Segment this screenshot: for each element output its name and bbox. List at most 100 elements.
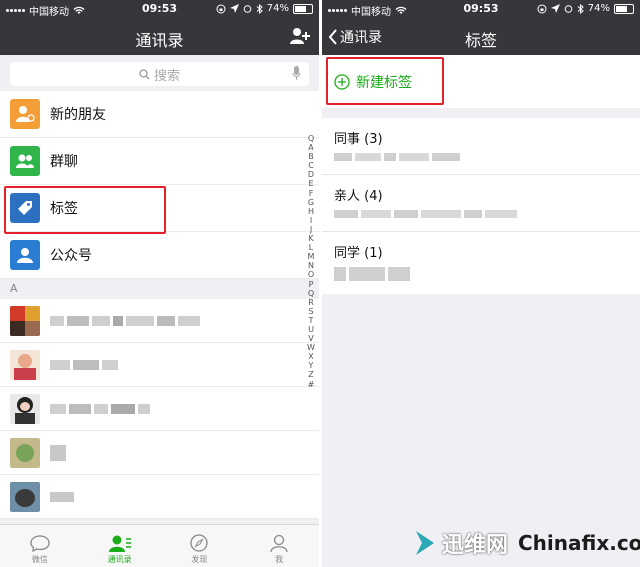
index-letter[interactable]: L xyxy=(305,243,317,252)
bluetooth-icon xyxy=(256,3,263,14)
index-letter[interactable]: R xyxy=(305,298,317,307)
index-letter[interactable]: F xyxy=(305,189,317,198)
index-letter[interactable]: P xyxy=(305,280,317,289)
tag-group-item[interactable]: 同学 (1) xyxy=(322,232,640,294)
nav-bar: 通讯录 标签 xyxy=(322,18,640,55)
watermark: 迅维网 Chinafix.com xyxy=(360,521,640,567)
battery-fill xyxy=(616,5,628,12)
status-bar: 中国移动 09:53 74% xyxy=(322,0,640,18)
lock-rotation-icon xyxy=(216,4,226,13)
contact-row[interactable] xyxy=(0,299,319,343)
battery-percent: 74% xyxy=(266,3,289,14)
contact-row[interactable] xyxy=(0,343,319,387)
index-letter[interactable]: N xyxy=(305,261,317,270)
index-letter[interactable]: D xyxy=(305,170,317,179)
new-friends-icon xyxy=(10,99,40,129)
lock-rotation-icon xyxy=(537,4,547,13)
index-letter[interactable]: Q xyxy=(305,289,317,298)
official-accounts-label: 公众号 xyxy=(50,248,92,264)
new-friends-label: 新的朋友 xyxy=(50,107,106,123)
contact-row[interactable] xyxy=(0,387,319,431)
index-letter[interactable]: H xyxy=(305,207,317,216)
battery-percent: 74% xyxy=(587,3,610,14)
avatar xyxy=(10,305,40,336)
avatar xyxy=(10,349,40,380)
section-header: A xyxy=(0,279,319,299)
location-icon xyxy=(550,4,560,13)
tags-highlight-box xyxy=(4,186,166,234)
tab-discover-label: 发现 xyxy=(191,555,208,564)
alphabet-index[interactable]: Q A B C D E F G H I J K L M N O P Q R S T U V W X Y Z # xyxy=(305,134,317,389)
tag-group-item[interactable]: 亲人 (4) xyxy=(322,175,640,232)
new-friends-item[interactable]: 新的朋友 xyxy=(0,91,319,138)
group-chats-label: 群聊 xyxy=(50,154,78,170)
page-title: 标签 xyxy=(464,31,497,50)
official-accounts-item[interactable]: 公众号 xyxy=(0,232,319,279)
index-letter[interactable]: Y xyxy=(305,361,317,370)
location-icon xyxy=(229,4,239,13)
contact-row[interactable] xyxy=(0,431,319,475)
new-tag-highlight-box xyxy=(326,57,444,105)
watermark-logo: 迅维网 xyxy=(414,527,508,559)
menu-list: 新的朋友 群聊 标签 公众号 xyxy=(0,91,319,279)
index-letter[interactable]: W xyxy=(305,343,317,352)
tag-group-list: 同事 (3) 亲人 (4) 同学 (1) xyxy=(322,118,640,294)
index-letter[interactable]: E xyxy=(305,179,317,188)
watermark-arrow-icon xyxy=(416,531,434,555)
tab-contacts-label: 通讯录 xyxy=(107,555,132,564)
index-letter[interactable]: G xyxy=(305,198,317,207)
contacts-screen: 中国移动 09:53 74% 通讯录 搜索 新的朋友 群聊 标签 公众号 A Q… xyxy=(0,0,319,567)
tags-screen: 中国移动 09:53 74% 通讯录 标签 新建标签 同事 (3) 亲人 (4)… xyxy=(322,0,640,567)
index-letter[interactable]: O xyxy=(305,270,317,279)
nav-bar: 通讯录 xyxy=(0,18,319,55)
contacts-icon xyxy=(108,535,131,552)
tag-group-members xyxy=(334,267,628,281)
tag-group-title: 同学 (1) xyxy=(334,246,383,261)
battery-icon xyxy=(293,3,313,14)
index-letter[interactable]: V xyxy=(305,334,317,343)
status-bar: 中国移动 09:53 74% xyxy=(0,0,319,18)
contacts-list xyxy=(0,299,319,519)
official-accounts-icon xyxy=(10,240,40,270)
index-letter[interactable]: J xyxy=(305,225,317,234)
person-icon xyxy=(270,534,288,552)
page-title: 通讯录 xyxy=(135,31,184,50)
tab-chats-label: 微信 xyxy=(31,555,48,564)
search-input[interactable]: 搜索 xyxy=(10,62,309,86)
add-contact-icon[interactable] xyxy=(289,26,311,46)
compass-icon xyxy=(190,534,209,552)
tab-contacts[interactable]: 通讯录 xyxy=(80,525,160,567)
avatar xyxy=(10,481,40,512)
contact-row[interactable] xyxy=(0,475,319,519)
chat-bubble-icon xyxy=(30,535,50,552)
bluetooth-icon xyxy=(577,3,584,14)
index-letter[interactable]: K xyxy=(305,234,317,243)
index-letter[interactable]: C xyxy=(305,161,317,170)
index-letter[interactable]: I xyxy=(305,216,317,225)
tag-group-item[interactable]: 同事 (3) xyxy=(322,118,640,175)
tab-discover[interactable]: 发现 xyxy=(160,525,240,567)
index-letter[interactable]: Z xyxy=(305,370,317,379)
index-letter[interactable]: B xyxy=(305,152,317,161)
index-letter[interactable]: M xyxy=(305,252,317,261)
index-letter[interactable]: S xyxy=(305,307,317,316)
tab-me-label: 我 xyxy=(275,555,284,564)
group-chat-icon xyxy=(10,146,40,176)
group-chats-item[interactable]: 群聊 xyxy=(0,138,319,185)
index-letter[interactable]: # xyxy=(305,380,317,389)
watermark-cn: 迅维网 xyxy=(442,533,509,558)
tab-me[interactable]: 我 xyxy=(239,525,319,567)
index-letter[interactable]: X xyxy=(305,352,317,361)
search-bar: 搜索 xyxy=(0,55,319,91)
tag-group-members xyxy=(334,153,628,161)
index-letter[interactable]: Q xyxy=(305,134,317,143)
index-letter[interactable]: A xyxy=(305,143,317,152)
index-letter[interactable]: T xyxy=(305,316,317,325)
microphone-icon[interactable] xyxy=(292,66,301,81)
search-placeholder: 搜索 xyxy=(153,68,180,84)
search-icon xyxy=(139,68,150,79)
index-letter[interactable]: U xyxy=(305,325,317,334)
battery-icon xyxy=(614,3,634,14)
watermark-en: Chinafix.com xyxy=(518,531,640,555)
tab-chats[interactable]: 微信 xyxy=(0,525,80,567)
